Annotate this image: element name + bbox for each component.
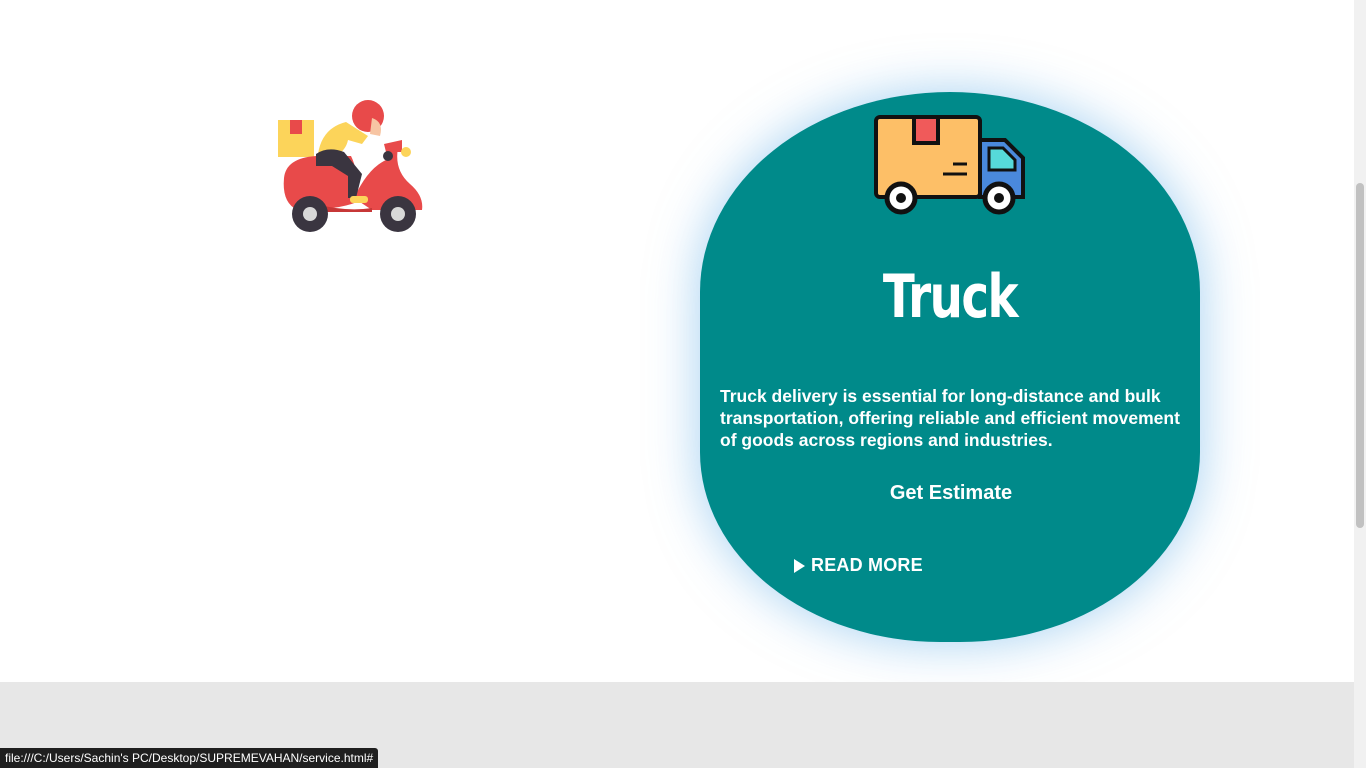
get-estimate-button[interactable]: Get Estimate (700, 482, 1202, 505)
read-more-label: READ MORE (811, 554, 923, 575)
service-description: Truck delivery is essential for long-dis… (720, 386, 1180, 450)
read-more-link[interactable]: READ MORE (794, 554, 923, 576)
delivery-scooter-icon (278, 100, 423, 232)
page: Truck Truck delivery is essential for lo… (0, 0, 1354, 768)
scrollbar-thumb[interactable] (1356, 183, 1364, 528)
truck-icon (874, 115, 1025, 215)
service-title: Truck (882, 262, 1019, 332)
service-card-truck: Truck Truck delivery is essential for lo… (700, 92, 1200, 642)
status-bar-url: file:///C:/Users/Sachin's PC/Desktop/SUP… (0, 748, 379, 768)
vertical-scrollbar[interactable] (1354, 0, 1366, 768)
play-icon (794, 558, 805, 573)
